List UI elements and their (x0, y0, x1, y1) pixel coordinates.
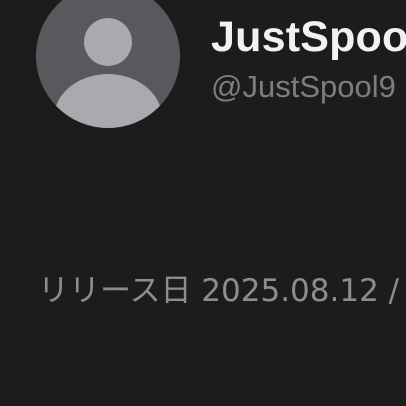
display-name: JustSpoo (211, 13, 406, 61)
profile-screen: JustSpoo @JustSpool9 リリース日 2025.08.12 / (0, 0, 406, 406)
user-handle: @JustSpool9 (211, 69, 396, 104)
default-user-avatar-icon (36, 0, 180, 128)
avatar[interactable] (36, 0, 180, 128)
release-date-text: リリース日 2025.08.12 / (38, 273, 400, 309)
